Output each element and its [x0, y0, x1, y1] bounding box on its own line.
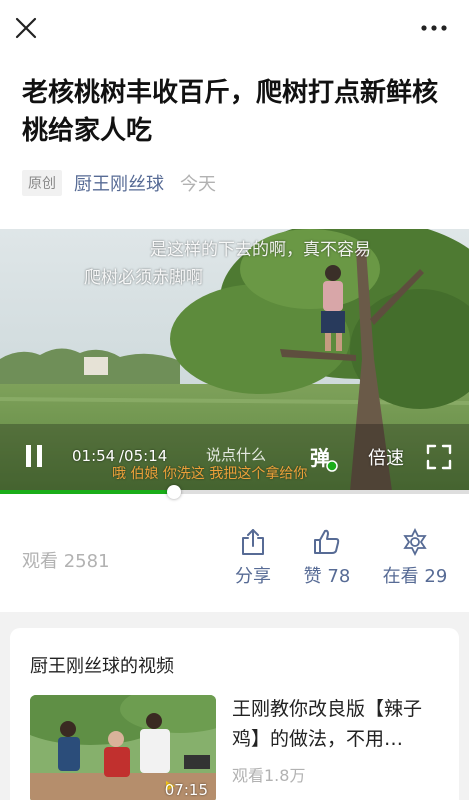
- progress-played: [0, 490, 174, 494]
- share-button[interactable]: 分享: [213, 528, 293, 588]
- like-label: 赞 78: [303, 566, 351, 587]
- flower-icon: [403, 528, 427, 556]
- like-button[interactable]: 赞 78: [287, 528, 367, 588]
- publish-time: 今天: [180, 174, 216, 195]
- pause-button[interactable]: [22, 443, 48, 469]
- speed-button[interactable]: 倍速: [368, 444, 404, 470]
- article-title: 老核桃树丰收百斤，爬树打点新鲜核桃给家人吃: [22, 78, 439, 146]
- danmaku-input[interactable]: 说点什么: [190, 438, 300, 472]
- danmaku-1: 是这样的下去的啊，真不容易: [150, 240, 371, 260]
- related-video-title[interactable]: 王刚教你改良版【辣子鸡】的做法，不用…: [232, 694, 444, 754]
- related-videos-card: 厨王刚丝球的视频 07:15 王刚教你改良版【辣子鸡】的做法，不用… 观看1.8…: [10, 628, 459, 800]
- share-label: 分享: [235, 566, 271, 587]
- related-video-duration: 07:15: [164, 781, 208, 799]
- thumbs-up-icon: [314, 529, 340, 554]
- view-count: 观看 2581: [22, 551, 110, 572]
- watching-label: 在看 29: [382, 566, 448, 587]
- current-time: 01:54: [72, 447, 116, 465]
- related-section-title: 厨王刚丝球的视频: [30, 656, 174, 677]
- duration: /05:14: [119, 447, 168, 465]
- top-bar: [0, 0, 469, 60]
- danmaku-on-icon: [326, 460, 338, 472]
- author-link[interactable]: 厨王刚丝球: [74, 170, 164, 196]
- more-icon: [421, 25, 447, 31]
- stats-bar: 观看 2581 分享 赞 78 在看 29: [0, 500, 469, 600]
- fullscreen-button[interactable]: [426, 444, 452, 470]
- close-icon: [15, 17, 37, 39]
- original-badge: 原创: [22, 170, 62, 196]
- more-button[interactable]: [419, 16, 449, 40]
- pause-icon: [26, 445, 42, 467]
- progress-bar[interactable]: [0, 490, 469, 494]
- progress-handle[interactable]: [166, 485, 181, 499]
- share-icon: [242, 529, 264, 555]
- danmaku-toggle[interactable]: 弹: [308, 442, 338, 472]
- danmaku-2: 爬树必须赤脚啊: [84, 268, 203, 288]
- close-button[interactable]: [12, 14, 40, 42]
- related-video-thumbnail[interactable]: 07:15: [30, 695, 216, 800]
- video-controls: 01:54 /05:14 说点什么 弹 倍速: [0, 430, 469, 480]
- related-video-views: 观看1.8万: [232, 766, 306, 785]
- article-meta: 原创 厨王刚丝球 今天: [22, 169, 216, 197]
- watching-button[interactable]: 在看 29: [375, 528, 455, 588]
- fullscreen-icon: [426, 444, 452, 470]
